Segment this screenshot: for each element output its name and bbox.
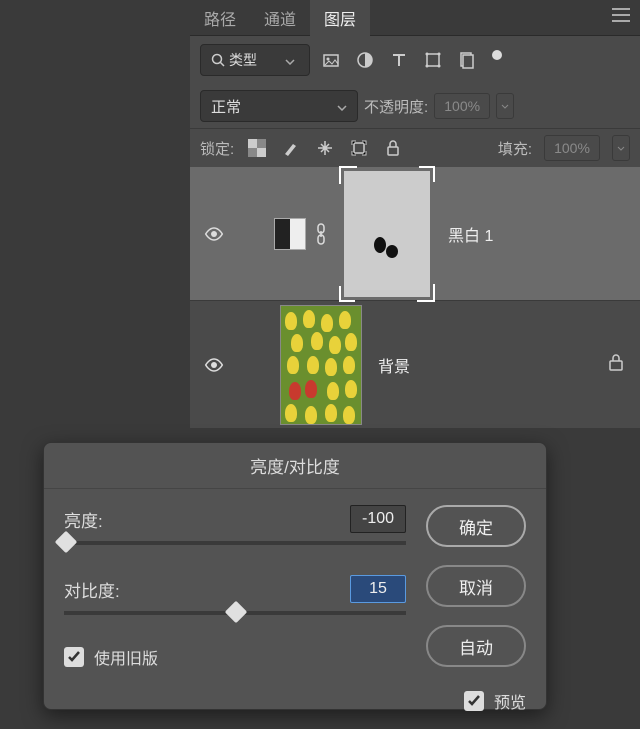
filter-label: 类型 [229,50,257,70]
layer-thumb[interactable] [280,305,362,425]
fill-label: 填充: [498,138,532,159]
panel-menu-icon[interactable] [612,8,630,27]
contrast-group: 对比度: [64,575,406,615]
blend-row: 正常 不透明度: 100% [190,84,640,128]
tab-paths[interactable]: 路径 [190,0,250,38]
blend-mode-label: 正常 [211,96,241,117]
checkbox-checked-icon[interactable] [64,647,84,667]
layer-mask-thumb[interactable] [344,171,430,297]
lock-row: 锁定: 填充: 100% [190,128,640,167]
lock-position-icon[interactable] [314,135,336,161]
legacy-label: 使用旧版 [94,645,158,669]
preview-checkbox-row[interactable]: 预览 [426,689,526,713]
checkbox-checked-icon[interactable] [464,691,484,711]
filter-toolbar: 类型 [190,36,640,84]
filter-shape-icon[interactable] [420,47,446,73]
filter-adjustment-icon[interactable] [352,47,378,73]
visibility-toggle-icon[interactable] [200,227,228,241]
legacy-checkbox-row[interactable]: 使用旧版 [64,645,406,669]
lock-label: 锁定: [200,138,234,159]
dialog-title: 亮度/对比度 [44,443,546,489]
visibility-toggle-icon[interactable] [200,358,228,372]
brightness-input[interactable] [350,505,406,533]
opacity-dropdown-icon[interactable] [496,93,514,119]
lock-icon[interactable] [608,353,624,376]
slider-thumb[interactable] [55,531,78,554]
cancel-button[interactable]: 取消 [426,565,526,607]
blend-mode-select[interactable]: 正常 [200,90,358,122]
ok-button[interactable]: 确定 [426,505,526,547]
filter-text-icon[interactable] [386,47,412,73]
mask-link-icon[interactable] [306,223,336,245]
fill-dropdown-icon[interactable] [612,135,630,161]
auto-button[interactable]: 自动 [426,625,526,667]
contrast-input[interactable] [350,575,406,603]
layer-name[interactable]: 背景 [378,353,410,377]
preview-label: 预览 [494,689,526,713]
chevron-down-icon [337,98,347,115]
opacity-label: 不透明度: [364,96,428,117]
fill-value[interactable]: 100% [544,135,600,161]
opacity-value[interactable]: 100% [434,93,490,119]
color-indicator[interactable] [492,50,502,60]
lock-artboard-icon[interactable] [348,135,370,161]
brightness-label: 亮度: [64,507,103,532]
layer-row[interactable]: 背景 [190,301,640,429]
panel-tabs: 路径 通道 图层 [190,0,640,36]
lock-all-icon[interactable] [382,135,404,161]
lock-pixels-icon[interactable] [280,135,302,161]
slider-thumb[interactable] [225,601,248,624]
brightness-contrast-dialog: 亮度/对比度 亮度: 对比度: [43,442,547,710]
filter-type-select[interactable]: 类型 [200,44,310,76]
brightness-slider[interactable] [64,541,406,545]
lock-transparency-icon[interactable] [246,135,268,161]
brightness-group: 亮度: [64,505,406,545]
layer-row[interactable]: 黑白 1 [190,167,640,301]
layers-list: 黑白 1 背景 [190,167,640,429]
chevron-down-icon [285,52,299,68]
filter-pixel-icon[interactable] [318,47,344,73]
tab-channels[interactable]: 通道 [250,0,310,38]
layers-panel: 路径 通道 图层 类型 正常 不透明度: 100% 锁定: [190,0,640,429]
layer-name[interactable]: 黑白 1 [448,222,493,246]
contrast-slider[interactable] [64,611,406,615]
filter-smart-icon[interactable] [454,47,480,73]
adjustment-thumb[interactable] [274,218,306,250]
tab-layers[interactable]: 图层 [310,0,370,38]
contrast-label: 对比度: [64,577,120,602]
